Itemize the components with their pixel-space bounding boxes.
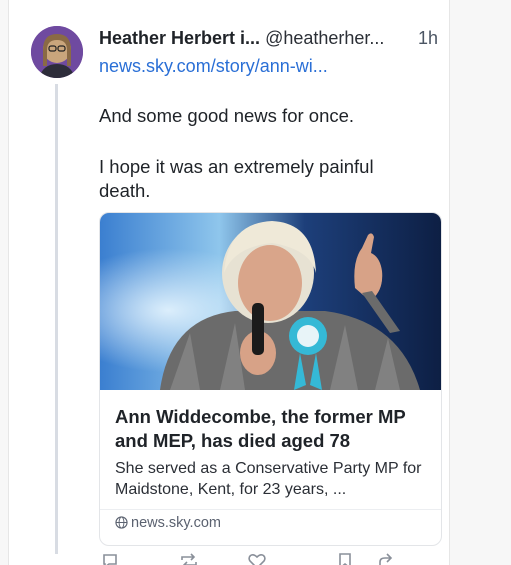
link-preview-title[interactable]: Ann Widdecombe, the former MP and MEP, h… — [115, 405, 430, 453]
link-preview-image — [100, 213, 441, 390]
globe-icon — [115, 516, 128, 529]
post-text-line: And some good news for once. — [99, 105, 355, 126]
avatar-photo — [31, 26, 83, 78]
link-preview-divider — [100, 509, 441, 510]
post-header: Heather Herbert i... @heatherher... 1h — [99, 28, 444, 50]
like-icon[interactable] — [247, 552, 267, 565]
thread-line — [55, 84, 58, 554]
link-preview-domain: news.sky.com — [115, 515, 221, 531]
post-link[interactable]: news.sky.com/story/ann-wi... — [99, 56, 328, 77]
author-name[interactable]: Heather Herbert i... — [99, 28, 260, 48]
post-actions — [99, 552, 429, 565]
post-card: Heather Herbert i... @heatherher... 1h n… — [8, 0, 450, 565]
post-timestamp[interactable]: 1h — [418, 28, 438, 49]
share-icon[interactable] — [377, 552, 395, 565]
link-preview-description: She served as a Conservative Party MP fo… — [115, 460, 422, 498]
repost-icon[interactable] — [179, 552, 199, 565]
reply-icon[interactable] — [101, 552, 119, 565]
link-preview-card[interactable]: Ann Widdecombe, the former MP and MEP, h… — [99, 212, 442, 546]
author-avatar[interactable] — [31, 26, 83, 78]
bookmark-icon[interactable] — [337, 552, 353, 565]
author-handle[interactable]: @heatherher... — [265, 28, 384, 48]
page: Heather Herbert i... @heatherher... 1h n… — [0, 0, 511, 565]
post-text-line: I hope it was an extremely painful death… — [99, 156, 374, 201]
link-preview-domain-text: news.sky.com — [131, 515, 221, 531]
